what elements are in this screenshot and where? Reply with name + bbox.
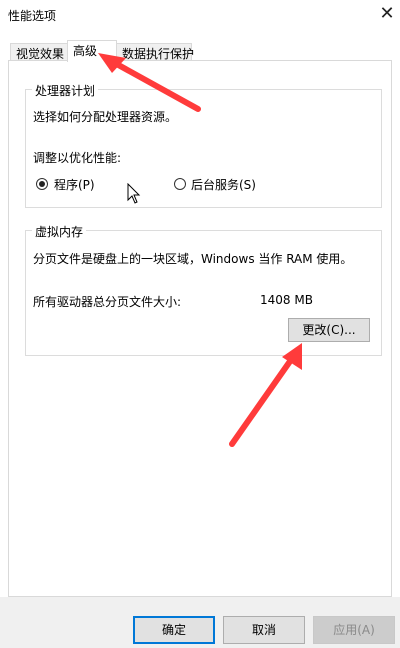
adjust-label: 调整以优化性能:: [33, 151, 122, 165]
tab-bar: 视觉效果 高级 数据执行保护: [0, 40, 400, 62]
dialog-footer: 确定 取消 应用(A): [0, 597, 400, 648]
total-paging-value: 1408 MB: [260, 293, 313, 307]
radio-background-services[interactable]: [174, 178, 186, 190]
group-legend: 虚拟内存: [32, 223, 87, 240]
tab-panel-advanced: 处理器计划 选择如何分配处理器资源。 调整以优化性能: 程序(P) 后台服务(S…: [8, 60, 392, 597]
total-paging-label: 所有驱动器总分页文件大小:: [33, 295, 182, 309]
close-icon[interactable]: ✕: [376, 2, 398, 26]
tab-data-execution-prevention[interactable]: 数据执行保护: [116, 43, 195, 61]
tab-advanced[interactable]: 高级: [67, 40, 117, 62]
window-title: 性能选项: [8, 9, 57, 23]
tab-label: 高级: [73, 44, 98, 58]
mouse-cursor-icon: [127, 183, 141, 204]
virtual-memory-group: 虚拟内存 分页文件是硬盘上的一块区域，Windows 当作 RAM 使用。 所有…: [25, 223, 382, 356]
processor-description: 选择如何分配处理器资源。: [33, 110, 178, 124]
radio-programs[interactable]: [36, 178, 48, 190]
tab-visual-effects[interactable]: 视觉效果: [10, 43, 68, 61]
group-legend: 处理器计划: [32, 82, 99, 99]
radio-background-services-label[interactable]: 后台服务(S): [191, 176, 256, 193]
virtual-memory-description: 分页文件是硬盘上的一块区域，Windows 当作 RAM 使用。: [33, 252, 353, 266]
tab-label: 数据执行保护: [122, 47, 195, 61]
cancel-button[interactable]: 取消: [223, 616, 305, 644]
apply-button[interactable]: 应用(A): [313, 616, 395, 644]
title-bar: 性能选项 ✕: [0, 0, 400, 30]
change-button[interactable]: 更改(C)...: [288, 318, 370, 342]
processor-scheduling-group: 处理器计划 选择如何分配处理器资源。 调整以优化性能: 程序(P) 后台服务(S…: [25, 82, 382, 208]
tab-label: 视觉效果: [16, 47, 65, 61]
ok-button[interactable]: 确定: [133, 616, 215, 644]
radio-programs-label[interactable]: 程序(P): [54, 176, 95, 193]
